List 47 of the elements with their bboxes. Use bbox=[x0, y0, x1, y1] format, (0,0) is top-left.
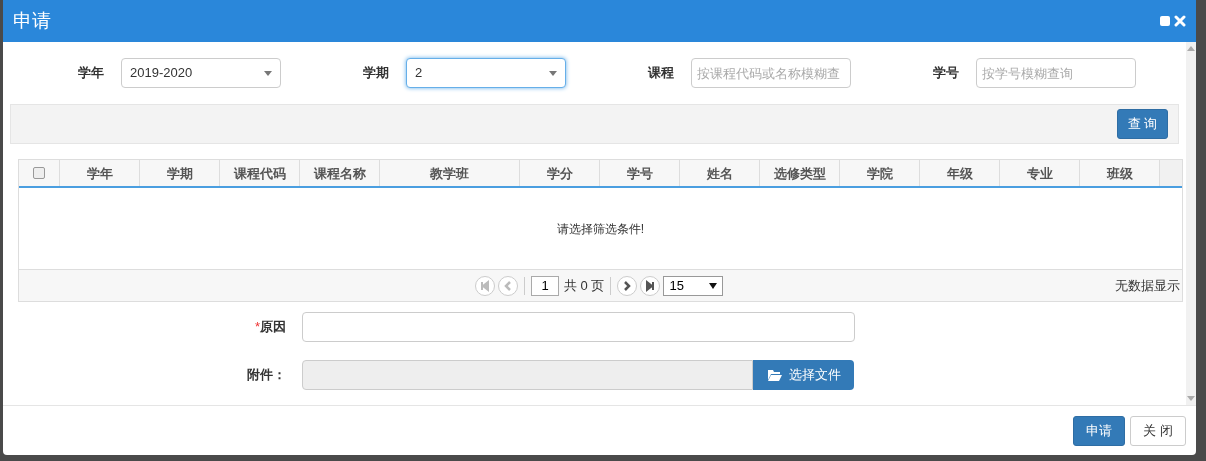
window-title: 申请 bbox=[13, 8, 51, 33]
attachment-label: 附件： bbox=[246, 366, 287, 385]
filter-label: 课程 bbox=[646, 64, 675, 83]
caret-icon bbox=[264, 70, 272, 76]
last-page-button[interactable] bbox=[640, 275, 661, 296]
input-field[interactable]: 按课程代码或名称模糊查 bbox=[691, 58, 851, 88]
page-count: 共 0 页 bbox=[564, 276, 605, 295]
scrollbar[interactable] bbox=[1160, 160, 1182, 186]
column-header[interactable]: 选修类型 bbox=[760, 160, 840, 186]
column-header[interactable]: 课程名称 bbox=[300, 160, 380, 186]
select-field[interactable]: 2019-2020 bbox=[121, 58, 281, 88]
column-header[interactable]: 教学班 bbox=[380, 160, 520, 186]
column-header[interactable]: 学期 bbox=[140, 160, 220, 186]
choose-file-button[interactable]: 选择文件 bbox=[753, 360, 854, 390]
next-page-button[interactable] bbox=[617, 275, 638, 296]
filter-label: 学号 bbox=[932, 64, 960, 83]
column-header[interactable]: 学分 bbox=[520, 160, 600, 186]
input-field[interactable]: 按学号模糊查询 bbox=[976, 58, 1136, 88]
scroll-up-icon[interactable] bbox=[1187, 46, 1195, 51]
select-field[interactable]: 2 bbox=[406, 58, 566, 88]
reason-label: 原因 bbox=[260, 319, 286, 335]
filter-label: 学年 bbox=[77, 64, 105, 83]
caret-icon bbox=[709, 282, 718, 289]
empty-message: 请选择筛选条件! bbox=[556, 220, 645, 238]
scroll-down-icon[interactable] bbox=[1187, 396, 1195, 401]
submit-button[interactable]: 申请 bbox=[1073, 415, 1126, 446]
page-size-select[interactable]: 15 bbox=[663, 275, 724, 296]
column-header[interactable]: 学年 bbox=[60, 160, 140, 186]
close-button[interactable]: 关 闭 bbox=[1130, 415, 1186, 446]
reason-field[interactable] bbox=[302, 312, 855, 342]
page-number-field[interactable]: 1 bbox=[531, 275, 559, 296]
maximize-icon[interactable] bbox=[1160, 16, 1170, 26]
column-header[interactable]: 姓名 bbox=[680, 160, 760, 186]
column-header[interactable]: 专业 bbox=[1000, 160, 1080, 186]
checkbox[interactable] bbox=[33, 167, 45, 179]
column-header[interactable]: 年级 bbox=[920, 160, 1000, 186]
record-summary: 无数据显示 bbox=[1115, 276, 1180, 295]
close-icon[interactable] bbox=[1174, 15, 1186, 27]
column-header[interactable]: 课程代码 bbox=[220, 160, 300, 186]
column-header[interactable]: 学院 bbox=[840, 160, 920, 186]
column-header[interactable]: 学号 bbox=[600, 160, 680, 186]
search-button[interactable]: 查 询 bbox=[1117, 109, 1168, 139]
caret-icon bbox=[549, 70, 557, 76]
scrollbar[interactable] bbox=[1186, 42, 1196, 405]
folder-icon bbox=[766, 369, 783, 381]
required-mark: * bbox=[254, 319, 260, 335]
filter-label: 学期 bbox=[362, 64, 390, 83]
